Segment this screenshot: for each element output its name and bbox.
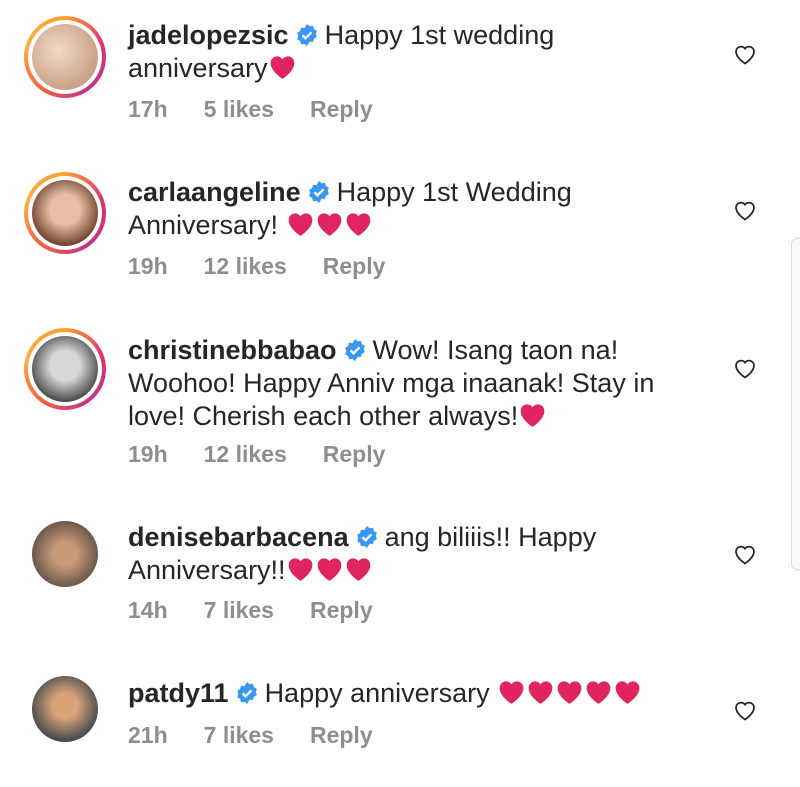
comment-text-block: jadelopezsic Happy 1st wedding anniversar…: [128, 19, 688, 85]
likes-count[interactable]: 7 likes: [204, 722, 274, 748]
avatar[interactable]: [24, 513, 106, 595]
heart-like-icon[interactable]: [733, 43, 757, 65]
verified-badge-icon: [236, 682, 257, 704]
avatar[interactable]: [24, 668, 106, 750]
red-heart-emoji-icon: [317, 558, 341, 581]
likes-count[interactable]: 12 likes: [204, 253, 287, 279]
avatar[interactable]: [24, 16, 106, 98]
comment-time: 14h: [128, 597, 168, 623]
heart-emoji-group: [518, 401, 547, 431]
reply-button[interactable]: Reply: [323, 441, 386, 467]
heart-emoji-group: [497, 678, 642, 708]
heart-like-icon[interactable]: [733, 357, 757, 379]
avatar-image: [32, 336, 98, 402]
comment-time: 19h: [128, 441, 168, 467]
red-heart-emoji-icon: [288, 213, 312, 236]
heart-emoji-group: [286, 210, 373, 240]
likes-count[interactable]: 5 likes: [204, 96, 274, 122]
comment-text-block: christinebbabao Wow! Isang taon na! Wooho…: [128, 334, 688, 433]
comment-meta: 19h 12 likes Reply: [128, 441, 421, 468]
avatar-image: [32, 676, 98, 742]
reply-button[interactable]: Reply: [323, 253, 386, 279]
comment-text-block: carlaangeline Happy 1st Wedding Anniversa…: [128, 176, 688, 242]
comment-meta: 19h 12 likes Reply: [128, 253, 421, 280]
likes-count[interactable]: 12 likes: [204, 441, 287, 467]
comment-body: Happy anniversary: [264, 678, 498, 708]
username[interactable]: patdy11: [128, 678, 229, 708]
red-heart-emoji-icon: [346, 213, 370, 236]
heart-emoji-group: [286, 555, 373, 585]
red-heart-emoji-icon: [528, 681, 553, 704]
red-heart-emoji-icon: [499, 681, 524, 704]
red-heart-emoji-icon: [270, 56, 294, 79]
username[interactable]: christinebbabao: [128, 335, 337, 365]
heart-like-icon[interactable]: [733, 699, 757, 721]
comment-meta: 21h 7 likes Reply: [128, 722, 409, 749]
red-heart-emoji-icon: [317, 213, 341, 236]
comment-text-block: denisebarbacena ang biliiis!! Happy Anniv…: [128, 521, 688, 587]
scrollbar[interactable]: [791, 238, 800, 570]
red-heart-emoji-icon: [557, 681, 582, 704]
comment-meta: 17h 5 likes Reply: [128, 96, 409, 123]
username[interactable]: denisebarbacena: [128, 522, 349, 552]
comment-meta: 14h 7 likes Reply: [128, 597, 409, 624]
comment-text-block: patdy11 Happy anniversary: [128, 677, 688, 710]
likes-count[interactable]: 7 likes: [204, 597, 274, 623]
heart-like-icon[interactable]: [733, 199, 757, 221]
verified-badge-icon: [356, 526, 377, 548]
avatar[interactable]: [24, 328, 106, 410]
red-heart-emoji-icon: [346, 558, 370, 581]
comment-time: 19h: [128, 253, 168, 279]
comment-time: 17h: [128, 96, 168, 122]
avatar-image: [32, 180, 98, 246]
verified-badge-icon: [344, 339, 365, 361]
reply-button[interactable]: Reply: [310, 722, 373, 748]
red-heart-emoji-icon: [615, 681, 640, 704]
red-heart-emoji-icon: [288, 558, 312, 581]
heart-like-icon[interactable]: [733, 543, 757, 565]
username[interactable]: jadelopezsic: [128, 20, 289, 50]
heart-emoji-group: [268, 53, 297, 83]
red-heart-emoji-icon: [586, 681, 611, 704]
reply-button[interactable]: Reply: [310, 96, 373, 122]
avatar[interactable]: [24, 172, 106, 254]
verified-badge-icon: [308, 181, 329, 203]
username[interactable]: carlaangeline: [128, 177, 301, 207]
verified-badge-icon: [296, 24, 317, 46]
comment-time: 21h: [128, 722, 168, 748]
avatar-image: [32, 24, 98, 90]
red-heart-emoji-icon: [520, 404, 545, 427]
reply-button[interactable]: Reply: [310, 597, 373, 623]
avatar-image: [32, 521, 98, 587]
